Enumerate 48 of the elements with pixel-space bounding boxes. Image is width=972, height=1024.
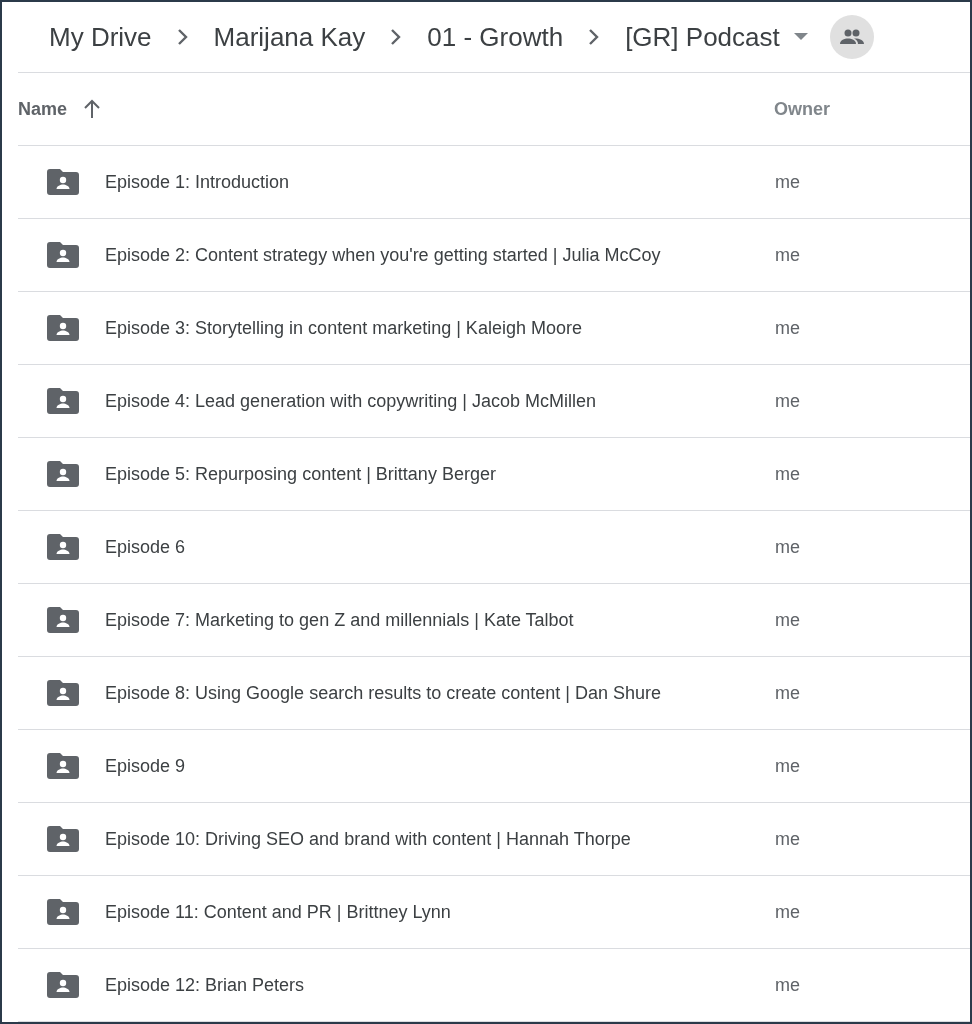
breadcrumb-item[interactable]: Marijana Kay	[213, 17, 366, 57]
shared-folder-icon	[47, 826, 79, 852]
shared-folder-icon	[47, 315, 79, 341]
column-header[interactable]: Owner	[774, 95, 830, 123]
shared-folder-icon	[47, 534, 79, 560]
shared-folder-icon	[47, 972, 79, 998]
file-name[interactable]: Episode 2: Content strategy when you're getting started | Julia McCoy	[105, 241, 661, 269]
shared-folder-icon	[47, 461, 79, 487]
owner-cell-text: me	[775, 243, 800, 267]
chevron-right-icon	[176, 28, 189, 46]
owner-cell-text: me	[775, 170, 800, 194]
owner-cell-text: me	[775, 900, 800, 924]
breadcrumb-item[interactable]: 01 - Growth	[427, 17, 564, 57]
shared-folder-icon	[47, 753, 79, 779]
owner-cell-text: me	[775, 462, 800, 486]
breadcrumb-item[interactable]: [GR] Podcast	[625, 17, 780, 57]
file-name[interactable]: Episode 7: Marketing to gen Z and millennials | Kate Talbot	[105, 606, 574, 634]
file-name[interactable]: Episode 1: Introduction	[105, 168, 290, 196]
shared-folder-icon	[47, 680, 79, 706]
owner-cell-text: me	[775, 681, 800, 705]
owner-cell-text: me	[775, 316, 800, 340]
column-header[interactable]: Name	[18, 95, 68, 123]
chevron-right-icon	[390, 28, 403, 46]
file-name[interactable]: Episode 6	[105, 533, 186, 561]
owner-cell-text: me	[775, 535, 800, 559]
file-name[interactable]: Episode 12: Brian Peters	[105, 971, 305, 999]
shared-folder-icon	[47, 899, 79, 925]
shared-people-icon[interactable]	[829, 15, 874, 59]
file-name[interactable]: Episode 10: Driving SEO and brand with content | Hannah Thorpe	[105, 825, 631, 853]
owner-cell-text: me	[775, 389, 800, 413]
sort-up-arrow-icon[interactable]	[83, 99, 102, 119]
shared-folder-icon	[47, 388, 79, 414]
owner-cell-text: me	[775, 754, 800, 778]
file-name[interactable]: Episode 9	[105, 752, 186, 780]
owner-cell-text: me	[775, 973, 800, 997]
shared-folder-icon	[47, 169, 79, 195]
file-name[interactable]: Episode 4: Lead generation with copywriting | Jacob McMillen	[105, 387, 596, 415]
file-name[interactable]: Episode 3: Storytelling in content marketing | Kaleigh Moore	[105, 314, 582, 342]
shared-folder-icon	[47, 607, 79, 633]
file-name[interactable]: Episode 11: Content and PR | Brittney Lynn	[105, 898, 451, 926]
breadcrumb-item[interactable]: My Drive	[49, 17, 152, 57]
owner-cell-text: me	[775, 827, 800, 851]
shared-folder-icon	[47, 242, 79, 268]
owner-cell-text: me	[775, 608, 800, 632]
file-name[interactable]: Episode 8: Using Google search results to create content | Dan Shure	[105, 679, 661, 707]
chevron-right-icon	[588, 28, 601, 46]
dropdown-caret-icon[interactable]	[793, 33, 808, 41]
file-name[interactable]: Episode 5: Repurposing content | Brittany Berger	[105, 460, 496, 488]
